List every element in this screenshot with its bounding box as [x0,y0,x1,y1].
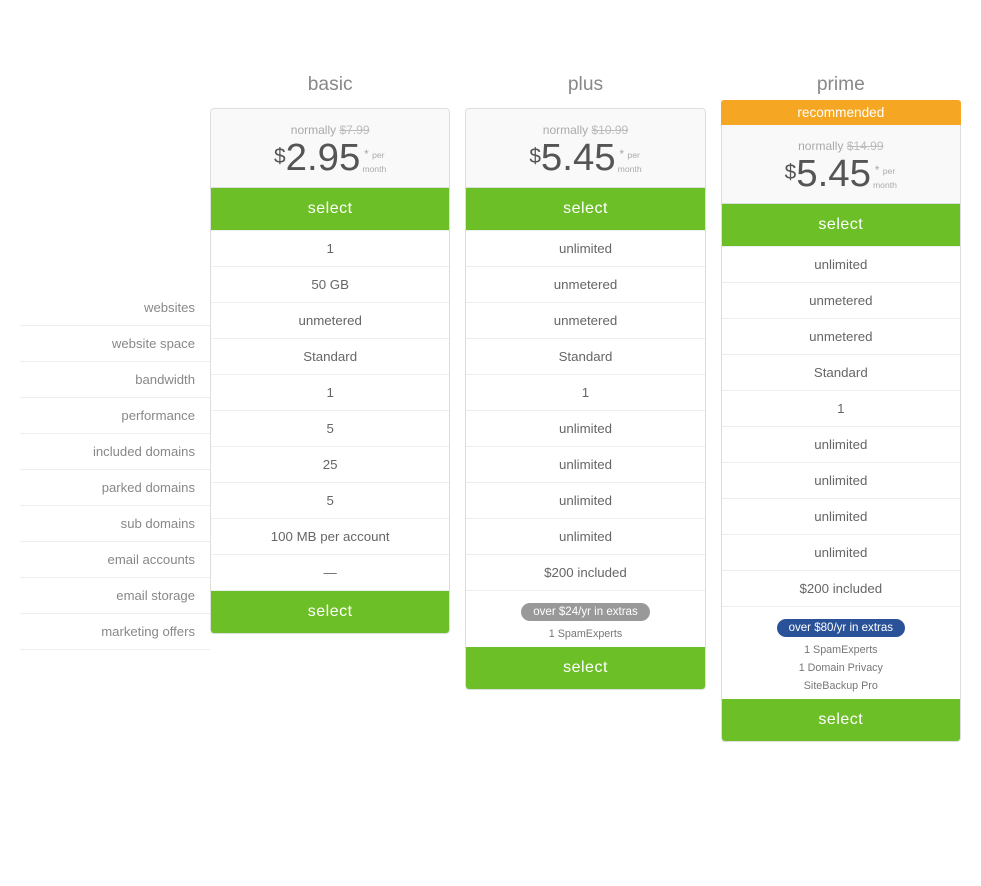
extras-item-prime-2: SiteBackup Pro [732,677,950,695]
feature-cell-basic-9: — [211,555,449,591]
price-main-basic: $2.95* permonth [221,139,439,177]
feature-cell-prime-8: unlimited [722,535,960,571]
feature-cell-prime-1: unmetered [722,283,960,319]
feature-cell-plus-9: $200 included [466,555,704,591]
feature-cell-basic-5: 5 [211,411,449,447]
feature-label-website-space: website space [20,326,210,362]
extras-item-plus-0: 1 SpamExperts [476,625,694,643]
plan-name-basic: basic [210,70,450,100]
price-asterisk-prime: * permonth [873,163,897,191]
feature-cell-prime-5: unlimited [722,427,960,463]
plan-card-plus: normally $10.99$5.45* permonthselectunli… [465,108,705,690]
feature-cell-plus-8: unlimited [466,519,704,555]
plan-col-basic: basic normally $7.99 $2.95* permonth select… [210,70,450,742]
extras-item-prime-1: 1 Domain Privacy [732,659,950,677]
select-button-top-plus[interactable]: select [466,188,704,230]
feature-label-parked-domains: parked domains [20,470,210,506]
feature-cell-basic-7: 5 [211,483,449,519]
feature-cell-prime-9: $200 included [722,571,960,607]
recommended-badge: recommended [721,100,961,125]
plan-card-prime: normally $14.99$5.45* permonthselectunli… [721,125,961,742]
feature-cell-prime-6: unlimited [722,463,960,499]
feature-rows-plus: unlimitedunmeteredunmeteredStandard1unli… [466,230,704,591]
plan-name-prime: prime [721,70,961,100]
select-button-bottom-plus[interactable]: select [466,647,704,689]
price-area-plus: normally $10.99 $5.45* permonth [466,109,704,188]
feature-cell-basic-6: 25 [211,447,449,483]
feature-cell-prime-4: 1 [722,391,960,427]
price-suffix-basic: * permonth [362,147,386,175]
feature-cell-plus-3: Standard [466,339,704,375]
price-area-prime: normally $14.99 $5.45* permonth [722,125,960,204]
feature-cell-basic-2: unmetered [211,303,449,339]
price-asterisk-plus: * permonth [618,147,642,175]
feature-cell-plus-2: unmetered [466,303,704,339]
feature-cell-plus-6: unlimited [466,447,704,483]
plans-container: websiteswebsite spacebandwidthperformanc… [20,70,961,742]
feature-cell-plus-7: unlimited [466,483,704,519]
feature-cell-plus-4: 1 [466,375,704,411]
feature-cell-basic-8: 100 MB per account [211,519,449,555]
price-asterisk-basic: * permonth [362,147,386,175]
extras-badge-plus: over $24/yr in extras [521,603,649,621]
feature-cell-plus-5: unlimited [466,411,704,447]
feature-label-performance: performance [20,398,210,434]
extras-area-prime: over $80/yr in extras 1 SpamExperts1 Doma… [722,607,960,699]
feature-labels-column: websiteswebsite spacebandwidthperformanc… [20,70,210,650]
feature-cell-basic-3: Standard [211,339,449,375]
price-dollar-prime: $ [785,161,797,185]
strike-price-basic: $7.99 [339,123,369,137]
feature-cell-prime-7: unlimited [722,499,960,535]
price-amount-plus: 5.45 [541,139,616,177]
feature-cell-basic-1: 50 GB [211,267,449,303]
plan-name-plus: plus [465,70,705,100]
feature-label-included-domains: included domains [20,434,210,470]
select-button-top-basic[interactable]: select [211,188,449,230]
feature-label-email-accounts: email accounts [20,542,210,578]
plan-card-basic: normally $7.99$2.95* permonthselect150 G… [210,108,450,634]
select-button-bottom-basic[interactable]: select [211,591,449,633]
price-main-prime: $5.45* permonth [732,155,950,193]
strike-price-plus: $10.99 [591,123,628,137]
price-main-plus: $5.45* permonth [476,139,694,177]
price-dollar-basic: $ [274,145,286,169]
feature-label-sub-domains: sub domains [20,506,210,542]
price-suffix-prime: * permonth [873,163,897,191]
extras-area-plus: over $24/yr in extras 1 SpamExperts [466,591,704,647]
price-suffix-plus: * permonth [618,147,642,175]
feature-rows-prime: unlimitedunmeteredunmeteredStandard1unli… [722,246,960,607]
feature-cell-prime-2: unmetered [722,319,960,355]
normally-text-plus: normally $10.99 [476,123,694,137]
strike-price-prime: $14.99 [847,139,884,153]
feature-cell-plus-1: unmetered [466,267,704,303]
extras-badge-prime: over $80/yr in extras [777,619,905,637]
plan-col-plus: plus normally $10.99 $5.45* permonth select… [465,70,705,742]
price-amount-prime: 5.45 [796,155,871,193]
feature-cell-prime-3: Standard [722,355,960,391]
plan-col-prime: primerecommended normally $14.99 $5.45* pe… [721,70,961,742]
normally-text-prime: normally $14.99 [732,139,950,153]
feature-label-marketing-offers: marketing offers [20,614,210,650]
feature-cell-prime-0: unlimited [722,247,960,283]
feature-cell-basic-0: 1 [211,231,449,267]
feature-rows-basic: 150 GBunmeteredStandard15255100 MB per a… [211,230,449,591]
plan-name-wrap-prime: primerecommended [721,70,961,125]
plans-wrapper: basicnormally $7.99$2.95* permonthselect… [210,70,961,742]
select-button-bottom-prime[interactable]: select [722,699,960,741]
feature-label-email-storage: email storage [20,578,210,614]
select-button-top-prime[interactable]: select [722,204,960,246]
feature-label-bandwidth: bandwidth [20,362,210,398]
price-dollar-plus: $ [529,145,541,169]
price-area-basic: normally $7.99 $2.95* permonth [211,109,449,188]
feature-cell-plus-0: unlimited [466,231,704,267]
normally-text-basic: normally $7.99 [221,123,439,137]
feature-cell-basic-4: 1 [211,375,449,411]
extras-item-prime-0: 1 SpamExperts [732,641,950,659]
feature-label-websites: websites [20,290,210,326]
price-amount-basic: 2.95 [286,139,361,177]
